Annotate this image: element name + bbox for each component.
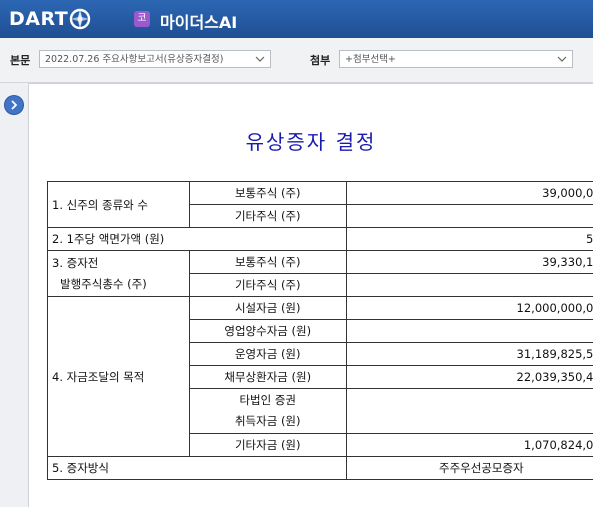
row-value: 주주우선공모증자 [346, 457, 593, 480]
table-row: 1. 신주의 종류와 수 보통주식 (주) 39,000,000 [48, 182, 593, 205]
row-sublabel-line: 취득자금 (원) [194, 411, 342, 432]
attach-select[interactable]: +첨부선택+ [339, 50, 573, 68]
row-sublabel: 보통주식 (주) [189, 182, 346, 205]
row-sublabel: 기타자금 (원) [189, 434, 346, 457]
left-pane [0, 83, 29, 507]
table-row: 2. 1주당 액면가액 (원) 500 [48, 228, 593, 251]
document-title: 유상증자 결정 [29, 126, 593, 155]
row-sublabel: 영업양수자금 (원) [189, 320, 346, 343]
chevron-right-icon [9, 100, 19, 110]
row-value: 39,000,000 [346, 182, 593, 205]
app-title: 마이더스AI [160, 9, 237, 33]
row-sublabel: 기타주식 (주) [189, 205, 346, 228]
report-label: 본문 [10, 52, 30, 68]
row-sublabel: 운영자금 (원) [189, 343, 346, 366]
logo-mark-icon [69, 8, 91, 30]
row-sublabel-line: 타법인 증권 [194, 390, 342, 411]
chevron-down-icon [557, 54, 567, 64]
row-label: 5. 증자방식 [48, 457, 347, 480]
row-label-line: 발행주식총수 (주) [52, 274, 185, 295]
filter-bar: 본문 2022.07.26 주요사항보고서(유상증자결정) 첨부 +첨부선택+ [0, 38, 593, 83]
attach-select-value: +첨부선택+ [345, 54, 396, 65]
table-row: 4. 자금조달의 목적 시설자금 (원) 12,000,000,000 [48, 297, 593, 320]
app-header: DART 코 마이더스AI [0, 0, 593, 38]
dart-logo[interactable]: DART [9, 6, 91, 32]
row-value: 39,330,151 [346, 251, 593, 274]
row-sublabel: 보통주식 (주) [189, 251, 346, 274]
row-value: 12,000,000,000 [346, 297, 593, 320]
row-value: 22,039,350,455 [346, 366, 593, 389]
row-sublabel: 기타주식 (주) [189, 274, 346, 297]
row-value: - [346, 205, 593, 228]
document-view: 유상증자 결정 1. 신주의 종류와 수 보통주식 (주) 39,000,000… [29, 83, 593, 508]
row-value: - [346, 389, 593, 434]
row-value: 500 [346, 228, 593, 251]
row-value: - [346, 274, 593, 297]
report-select-value: 2022.07.26 주요사항보고서(유상증자결정) [45, 54, 223, 65]
report-select[interactable]: 2022.07.26 주요사항보고서(유상증자결정) [39, 50, 271, 68]
row-label: 1. 신주의 종류와 수 [48, 182, 190, 228]
chevron-down-icon [255, 54, 265, 64]
row-sublabel: 시설자금 (원) [189, 297, 346, 320]
app-badge-icon: 코 [134, 11, 150, 27]
table-row: 3. 증자전 발행주식총수 (주) 보통주식 (주) 39,330,151 [48, 251, 593, 274]
row-sublabel: 채무상환자금 (원) [189, 366, 346, 389]
attach-label: 첨부 [310, 52, 330, 68]
row-value: 1,070,824,000 [346, 434, 593, 457]
row-value: - [346, 320, 593, 343]
table-row: 5. 증자방식 주주우선공모증자 [48, 457, 593, 480]
row-label: 4. 자금조달의 목적 [48, 297, 190, 457]
row-sublabel: 타법인 증권 취득자금 (원) [189, 389, 346, 434]
row-label-line: 3. 증자전 [52, 253, 185, 274]
toc-toggle-button[interactable] [5, 96, 23, 114]
row-value: 31,189,825,545 [346, 343, 593, 366]
disclosure-table: 1. 신주의 종류와 수 보통주식 (주) 39,000,000 기타주식 (주… [47, 181, 593, 480]
row-label: 3. 증자전 발행주식총수 (주) [48, 251, 190, 297]
logo-text: DART [9, 8, 68, 30]
row-label: 2. 1주당 액면가액 (원) [48, 228, 347, 251]
